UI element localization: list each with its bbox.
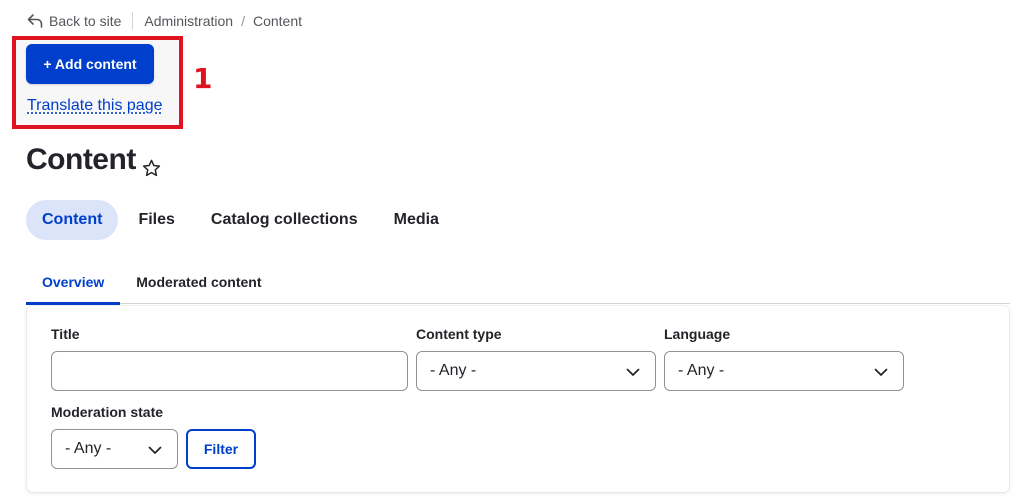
back-to-site-link[interactable]: Back to site [27, 13, 121, 29]
language-select[interactable]: - Any - [664, 351, 904, 391]
primary-tabs: Content Files Catalog collections Media [26, 200, 459, 240]
tab-overview[interactable]: Overview [26, 260, 121, 305]
tab-moderated-content[interactable]: Moderated content [120, 260, 277, 304]
translate-page-link[interactable]: Translate this page [27, 97, 162, 115]
tab-content[interactable]: Content [26, 200, 119, 240]
tab-media[interactable]: Media [378, 200, 455, 240]
tab-catalog-collections[interactable]: Catalog collections [195, 200, 374, 240]
breadcrumb-item-administration[interactable]: Administration [144, 13, 233, 29]
content-type-label: Content type [416, 326, 502, 342]
title-filter-label: Title [51, 326, 80, 342]
content-type-select[interactable]: - Any - [416, 351, 656, 391]
moderation-state-value: - Any - [65, 440, 112, 457]
secondary-tabs: Overview Moderated content [26, 260, 1010, 305]
title-filter-input[interactable] [51, 351, 408, 391]
moderation-state-select[interactable]: - Any - [51, 429, 178, 469]
breadcrumb-item-content[interactable]: Content [253, 13, 302, 29]
filter-panel: Title Content type - Any - Language - An… [27, 306, 1009, 492]
chevron-down-icon [626, 368, 640, 376]
page-title: Content [26, 143, 136, 176]
language-value: - Any - [678, 362, 725, 379]
add-content-button[interactable]: + Add content [26, 44, 154, 84]
tab-files[interactable]: Files [122, 200, 190, 240]
chevron-down-icon [148, 446, 162, 454]
breadcrumb-separator: / [241, 13, 245, 29]
annotation-number: 1 [193, 62, 213, 95]
breadcrumb-divider [132, 12, 134, 30]
filter-button[interactable]: Filter [186, 429, 256, 469]
star-icon[interactable] [141, 158, 162, 179]
back-to-site-label: Back to site [49, 13, 122, 29]
content-type-value: - Any - [430, 362, 477, 379]
breadcrumb: Back to site Administration / Content [27, 12, 302, 30]
back-arrow-icon [27, 14, 43, 28]
chevron-down-icon [874, 368, 888, 376]
language-label: Language [664, 326, 731, 342]
moderation-state-label: Moderation state [51, 404, 164, 420]
